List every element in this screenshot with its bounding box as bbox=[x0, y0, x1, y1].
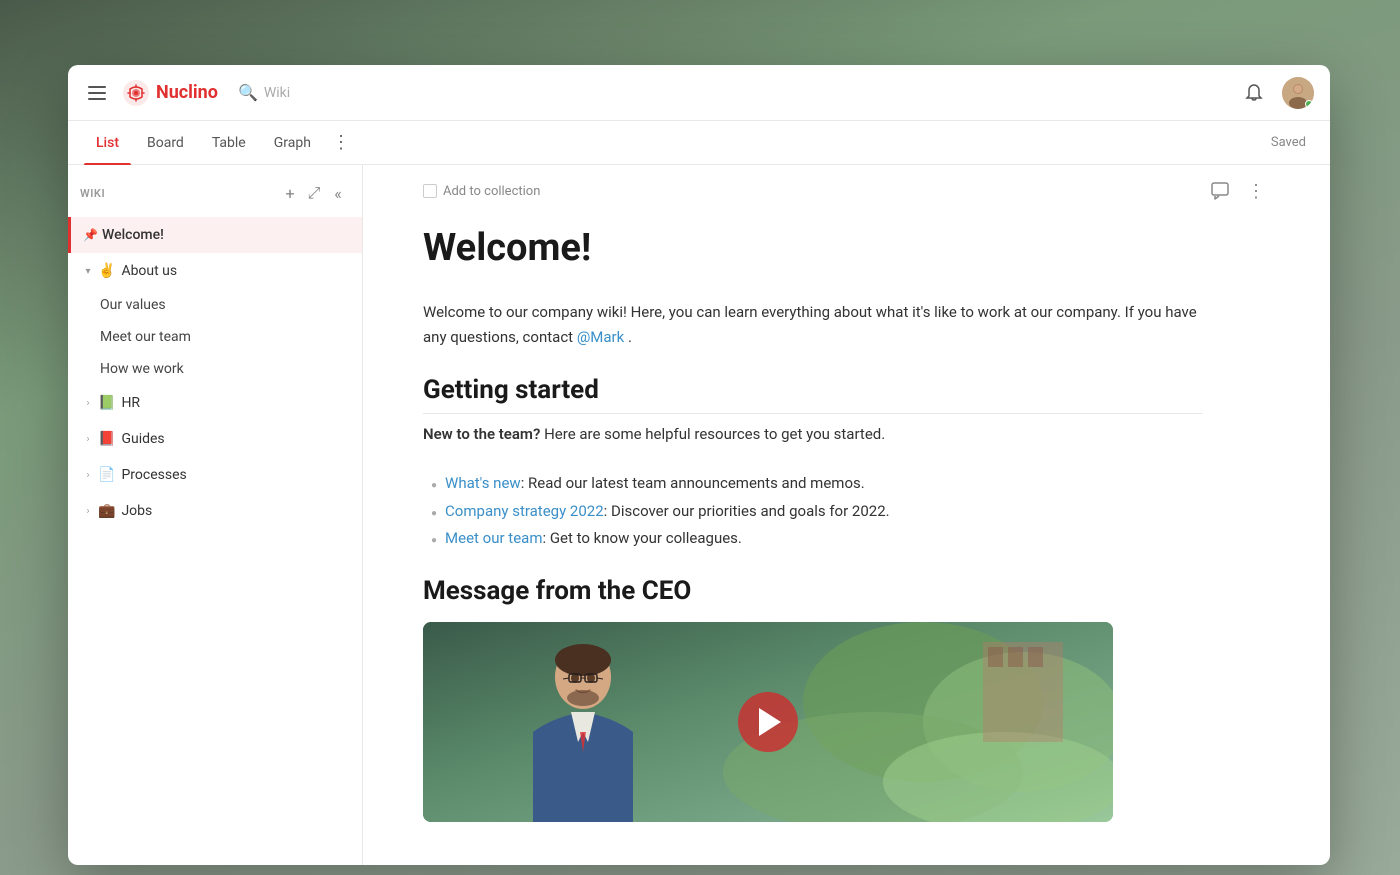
menu-button[interactable] bbox=[84, 82, 110, 104]
guides-icon: 📕 bbox=[98, 431, 115, 447]
how-we-work-label: How we work bbox=[100, 361, 184, 377]
our-values-label: Our values bbox=[100, 297, 166, 313]
comment-icon bbox=[1211, 182, 1229, 200]
new-to-team-para: New to the team? Here are some helpful r… bbox=[423, 422, 1203, 448]
sidebar-item-meet-our-team[interactable]: Meet our team bbox=[88, 321, 362, 353]
hr-toggle[interactable]: › bbox=[80, 395, 96, 411]
about-us-toggle[interactable]: ▾ bbox=[80, 263, 96, 279]
processes-toggle[interactable]: › bbox=[80, 467, 96, 483]
logo-area[interactable]: Nuclino bbox=[122, 79, 218, 107]
whats-new-rest: : Read our latest team announcements and… bbox=[521, 474, 865, 492]
getting-started-title: Getting started bbox=[423, 375, 1203, 414]
sidebar-processes-label: Processes bbox=[121, 467, 336, 483]
bell-icon bbox=[1244, 83, 1264, 103]
saved-status: Saved bbox=[1271, 135, 1306, 150]
ceo-video[interactable] bbox=[423, 622, 1113, 822]
ceo-section-title: Message from the CEO bbox=[423, 576, 1203, 606]
tab-graph[interactable]: Graph bbox=[262, 121, 323, 165]
list-item-content: Meet our team: Get to know your colleagu… bbox=[445, 526, 742, 552]
logo-text: Nuclino bbox=[156, 82, 218, 103]
jobs-icon: 💼 bbox=[98, 503, 115, 519]
top-bar: Nuclino 🔍 Wiki bbox=[68, 65, 1330, 121]
bullet-dot: ● bbox=[431, 505, 437, 522]
whats-new-link[interactable]: What's new bbox=[445, 474, 521, 492]
jobs-toggle[interactable]: › bbox=[80, 503, 96, 519]
sidebar-item-our-values[interactable]: Our values bbox=[88, 289, 362, 321]
new-to-team-label: New to the team? bbox=[423, 425, 540, 443]
sidebar-item-hr[interactable]: › 📗 HR bbox=[68, 385, 362, 421]
pin-icon: 📌 bbox=[83, 228, 98, 242]
search-placeholder-text: Wiki bbox=[264, 85, 290, 101]
search-icon: 🔍 bbox=[238, 83, 258, 102]
sidebar-add-button[interactable]: + bbox=[278, 181, 302, 205]
sidebar-welcome-label: Welcome! bbox=[102, 227, 336, 243]
about-us-children: Our values Meet our team How we work bbox=[68, 289, 362, 385]
guides-toggle[interactable]: › bbox=[80, 431, 96, 447]
bullet-list: ● What's new: Read our latest team annou… bbox=[423, 471, 1203, 552]
comment-button[interactable] bbox=[1206, 177, 1234, 205]
processes-icon: 📄 bbox=[98, 467, 115, 483]
sidebar: WIKI + ⤢ « 📌 Welcome! ▾ ✌️ About us bbox=[68, 165, 363, 865]
tab-bar: List Board Table Graph ⋮ Saved bbox=[68, 121, 1330, 165]
list-item: ● What's new: Read our latest team annou… bbox=[431, 471, 1203, 497]
intro-paragraph: Welcome to our company wiki! Here, you c… bbox=[423, 300, 1203, 351]
main-area: WIKI + ⤢ « 📌 Welcome! ▾ ✌️ About us bbox=[68, 165, 1330, 865]
list-item: ● Meet our team: Get to know your collea… bbox=[431, 526, 1203, 552]
tab-more-button[interactable]: ⋮ bbox=[327, 129, 355, 157]
video-overlay bbox=[423, 622, 1113, 822]
about-us-icon: ✌️ bbox=[98, 263, 115, 279]
add-to-collection-label: Add to collection bbox=[443, 184, 540, 199]
nuclino-logo-icon bbox=[122, 79, 150, 107]
add-to-collection-button[interactable]: Add to collection bbox=[423, 184, 540, 199]
meet-our-team-label: Meet our team bbox=[100, 329, 191, 345]
strategy-rest: : Discover our priorities and goals for … bbox=[604, 502, 890, 520]
sidebar-expand-button[interactable]: ⤢ bbox=[302, 181, 326, 205]
tab-board[interactable]: Board bbox=[135, 121, 196, 165]
wiki-label: WIKI bbox=[80, 187, 278, 200]
search-area[interactable]: 🔍 Wiki bbox=[238, 83, 290, 102]
contact-link[interactable]: @Mark bbox=[577, 328, 624, 346]
new-to-team-desc: Here are some helpful resources to get y… bbox=[544, 425, 885, 443]
more-options-button[interactable]: ⋮ bbox=[1242, 177, 1270, 205]
tab-list[interactable]: List bbox=[84, 121, 131, 165]
intro-text: Welcome to our company wiki! Here, you c… bbox=[423, 303, 1197, 347]
content-toolbar: Add to collection ⋮ bbox=[363, 165, 1330, 218]
list-item: ● Company strategy 2022: Discover our pr… bbox=[431, 499, 1203, 525]
sidebar-jobs-label: Jobs bbox=[121, 503, 336, 519]
page-title: Welcome! bbox=[423, 226, 1203, 272]
sidebar-header: WIKI + ⤢ « bbox=[68, 173, 362, 213]
app-window: Nuclino 🔍 Wiki bbox=[68, 65, 1330, 865]
play-button[interactable] bbox=[738, 692, 798, 752]
intro-period: . bbox=[628, 328, 632, 346]
sidebar-hr-label: HR bbox=[121, 395, 336, 411]
strategy-link[interactable]: Company strategy 2022 bbox=[445, 502, 604, 520]
bullet-dot: ● bbox=[431, 532, 437, 549]
collection-checkbox[interactable] bbox=[423, 184, 437, 198]
sidebar-item-jobs[interactable]: › 💼 Jobs bbox=[68, 493, 362, 529]
list-item-content: What's new: Read our latest team announc… bbox=[445, 471, 865, 497]
tab-table[interactable]: Table bbox=[200, 121, 258, 165]
more-options-icon: ⋮ bbox=[1247, 181, 1265, 202]
hr-icon: 📗 bbox=[98, 395, 115, 411]
sidebar-item-how-we-work[interactable]: How we work bbox=[88, 353, 362, 385]
meet-team-rest: : Get to know your colleagues. bbox=[542, 529, 741, 547]
content-area: Add to collection ⋮ Welcome! Welcome bbox=[363, 165, 1330, 865]
user-avatar[interactable] bbox=[1282, 77, 1314, 109]
list-item-content: Company strategy 2022: Discover our prio… bbox=[445, 499, 890, 525]
sidebar-item-welcome[interactable]: 📌 Welcome! bbox=[68, 217, 362, 253]
online-indicator bbox=[1305, 100, 1313, 108]
meet-team-link[interactable]: Meet our team bbox=[445, 529, 542, 547]
bullet-dot: ● bbox=[431, 477, 437, 494]
play-triangle-icon bbox=[759, 708, 781, 736]
sidebar-collapse-button[interactable]: « bbox=[326, 181, 350, 205]
notification-button[interactable] bbox=[1238, 77, 1270, 109]
sidebar-about-us-label: About us bbox=[121, 263, 336, 279]
sidebar-item-about-us[interactable]: ▾ ✌️ About us bbox=[68, 253, 362, 289]
sidebar-item-guides[interactable]: › 📕 Guides bbox=[68, 421, 362, 457]
sidebar-guides-label: Guides bbox=[121, 431, 336, 447]
sidebar-item-processes[interactable]: › 📄 Processes bbox=[68, 457, 362, 493]
content-body: Welcome! Welcome to our company wiki! He… bbox=[363, 218, 1263, 862]
